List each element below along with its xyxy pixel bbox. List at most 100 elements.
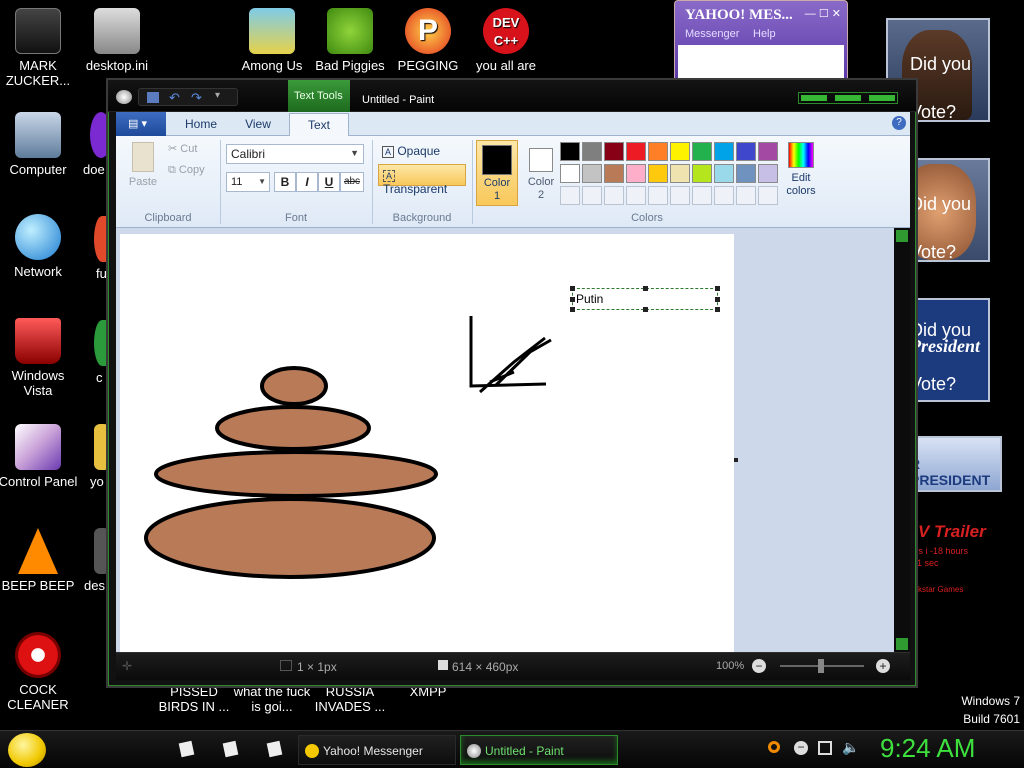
desktop-icon-network[interactable]: Network (0, 214, 78, 279)
desktop-icon-desktop-ini[interactable]: desktop.ini (77, 8, 157, 73)
paint-app-icon[interactable] (116, 90, 132, 104)
resize-handle[interactable] (643, 307, 648, 312)
color-swatch[interactable] (626, 186, 646, 205)
zoom-slider-thumb[interactable] (818, 659, 824, 673)
help-icon[interactable]: ? (892, 116, 906, 130)
network-tray-icon[interactable] (818, 741, 832, 755)
desktop-icon-control-panel[interactable]: Control Panel (0, 424, 78, 489)
chevron-down-icon[interactable]: ▾ (215, 90, 220, 101)
resize-handle[interactable] (570, 307, 575, 312)
quick-launch-icon[interactable] (266, 740, 283, 758)
search-icon[interactable] (768, 741, 780, 753)
redo-icon[interactable]: ↷ (191, 90, 202, 106)
canvas-resize-handle[interactable] (734, 458, 738, 462)
color-swatch[interactable] (560, 142, 580, 161)
edit-colors-button[interactable]: Edit colors (782, 142, 820, 198)
color-swatch[interactable] (758, 164, 778, 183)
color-swatch[interactable] (582, 164, 602, 183)
close-button[interactable] (869, 95, 895, 101)
color-swatch[interactable] (714, 164, 734, 183)
start-button[interactable] (8, 733, 46, 767)
color-swatch[interactable] (692, 142, 712, 161)
scroll-down-button[interactable] (896, 638, 908, 650)
taskbar-paint[interactable]: Untitled - Paint (460, 735, 618, 765)
opaque-button[interactable]: A Opaque (378, 142, 444, 160)
underline-button[interactable]: U (318, 172, 340, 192)
drawing-canvas[interactable]: Putin (120, 234, 734, 654)
zoom-out-button[interactable]: − (752, 659, 766, 673)
desktop-icon-among-us[interactable]: Among Us (232, 8, 312, 73)
copy-button[interactable]: ⧉ Copy (168, 164, 205, 177)
bold-button[interactable]: B (274, 172, 296, 192)
quick-launch-icon[interactable] (222, 740, 239, 758)
color-swatch[interactable] (736, 164, 756, 183)
desktop-icon-pegging[interactable]: P PEGGING (388, 8, 468, 73)
desktop-icon-label-russia[interactable]: RUSSIA INVADES ... (310, 684, 390, 714)
desktop-icon-partial[interactable]: yo (78, 424, 110, 489)
color-swatch[interactable] (758, 186, 778, 205)
color-swatch[interactable] (692, 186, 712, 205)
color-swatch[interactable] (560, 186, 580, 205)
color-swatch[interactable] (626, 142, 646, 161)
color-swatch[interactable] (714, 186, 734, 205)
resize-handle[interactable] (643, 286, 648, 291)
font-size-select[interactable]: 11 ▼ (226, 172, 270, 192)
desktop-icon-computer[interactable]: Computer (0, 112, 78, 177)
resize-handle[interactable] (570, 286, 575, 291)
color-swatch[interactable] (736, 186, 756, 205)
quick-launch-icon[interactable] (178, 740, 195, 758)
color-swatch[interactable] (736, 142, 756, 161)
menu-help[interactable]: Help (753, 28, 776, 40)
minus-circle-icon[interactable]: − (794, 741, 808, 755)
zoom-slider[interactable] (780, 659, 864, 673)
color-swatch[interactable] (604, 142, 624, 161)
color2-button[interactable]: Color 2 (520, 140, 562, 206)
desktop-icon-mark-zuckerberg[interactable]: MARK ZUCKER... (0, 8, 78, 88)
color-swatch[interactable] (604, 164, 624, 183)
color1-button[interactable]: Color 1 (476, 140, 518, 206)
taskbar-yahoo-messenger[interactable]: Yahoo! Messenger (298, 735, 456, 765)
volume-icon[interactable]: 🔈 (842, 739, 859, 756)
color-swatch[interactable] (692, 164, 712, 183)
color-swatch[interactable] (604, 186, 624, 205)
text-box[interactable]: Putin (570, 286, 720, 312)
color-swatch[interactable] (670, 164, 690, 183)
desktop-icon-partial[interactable]: des (78, 528, 110, 593)
color-swatch[interactable] (648, 142, 668, 161)
menu-messenger[interactable]: Messenger (685, 28, 739, 40)
desktop-icon-dev-cpp[interactable]: DEV C++ you all are (466, 8, 546, 73)
vertical-scrollbar[interactable] (894, 228, 910, 652)
desktop-icon-beep-beep[interactable]: BEEP BEEP (0, 528, 78, 593)
tab-home[interactable]: Home (176, 112, 226, 136)
desktop-icon-label-pissed-birds[interactable]: PISSED BIRDS IN ... (154, 684, 234, 714)
cut-button[interactable]: ✂ Cut (168, 142, 197, 155)
color-swatch[interactable] (648, 164, 668, 183)
paint-window[interactable]: ↶ ↷ ▾ Text Tools Untitled - Paint ▤ ▾ Ho… (106, 78, 918, 688)
save-icon[interactable] (147, 92, 159, 103)
transparent-button[interactable]: A Transparent (378, 164, 466, 196)
zoom-in-button[interactable]: + (876, 659, 890, 673)
tab-view[interactable]: View (234, 112, 282, 136)
color-swatch[interactable] (670, 142, 690, 161)
desktop-icon-partial[interactable]: c (78, 320, 110, 385)
color-swatch[interactable] (758, 142, 778, 161)
font-family-select[interactable]: Calibri ▼ (226, 144, 364, 164)
undo-icon[interactable]: ↶ (169, 90, 180, 106)
desktop-icon-label-what-the[interactable]: what the fuck is goi... (232, 684, 312, 714)
strikethrough-button[interactable]: abc (340, 172, 364, 192)
desktop-icon-partial[interactable]: doe (78, 112, 112, 177)
color-swatch[interactable] (648, 186, 668, 205)
color-swatch[interactable] (714, 142, 734, 161)
canvas-area[interactable]: Putin (116, 228, 902, 654)
title-bar[interactable]: ↶ ↷ ▾ Text Tools Untitled - Paint (108, 80, 916, 112)
tab-text[interactable]: Text (289, 113, 349, 136)
desktop-icon-windows-vista[interactable]: Windows Vista (0, 318, 78, 398)
window-controls[interactable] (798, 92, 898, 104)
resize-handle[interactable] (715, 297, 720, 302)
desktop-icon-cock-cleaner[interactable]: COCK CLEANER (0, 632, 78, 712)
paint-menu-button[interactable]: ▤ ▾ (116, 112, 166, 136)
clock[interactable]: 9:24 AM (880, 733, 1020, 764)
color-swatch[interactable] (626, 164, 646, 183)
paste-button[interactable]: Paste (124, 142, 162, 194)
window-controls[interactable]: — ☐ ✕ (805, 7, 841, 20)
